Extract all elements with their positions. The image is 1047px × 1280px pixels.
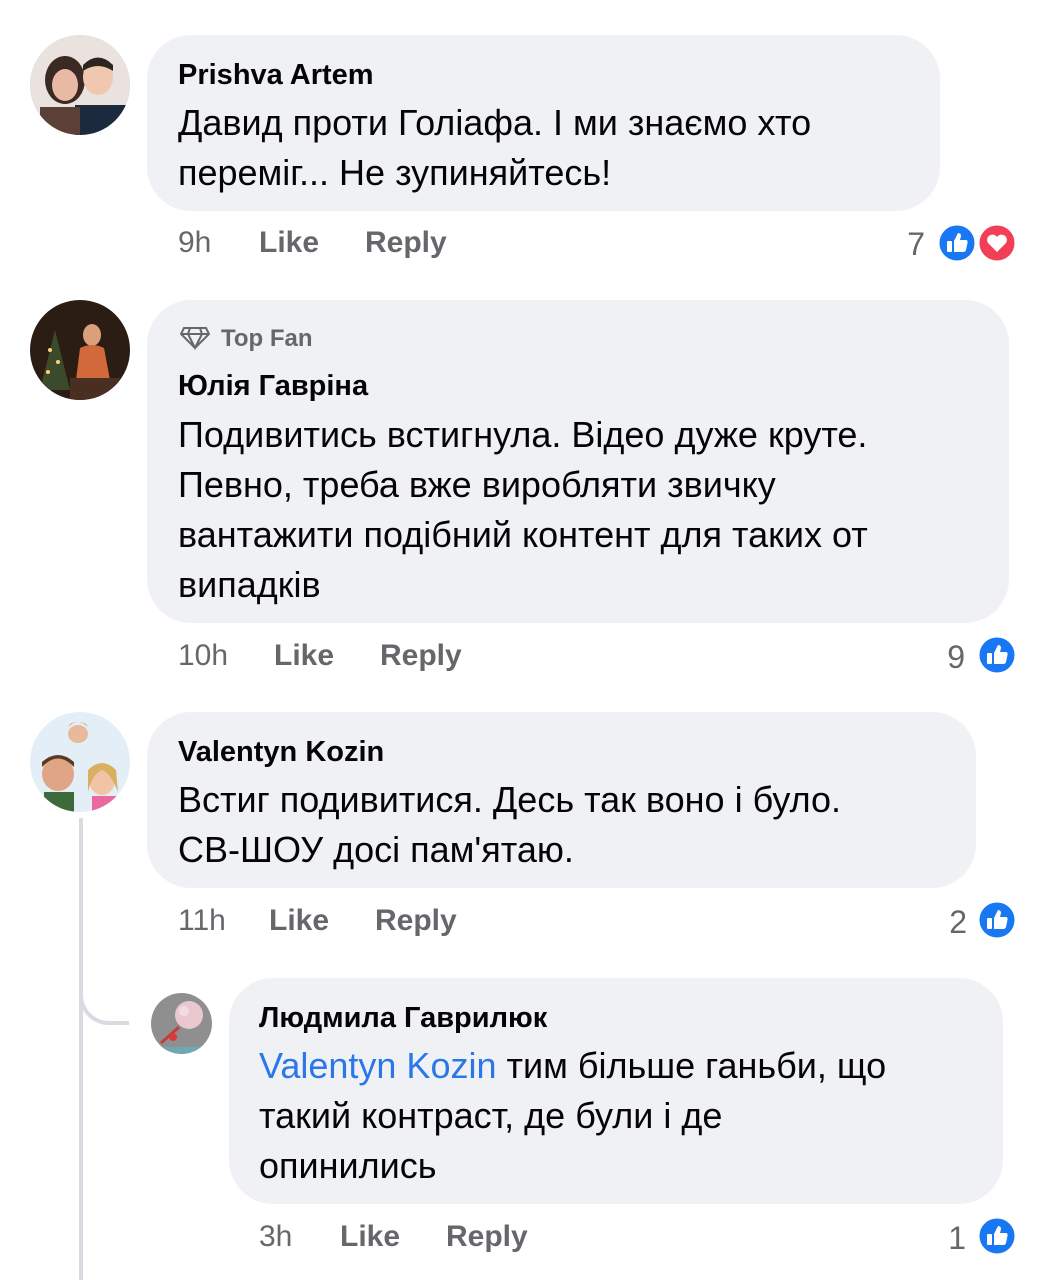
avatar[interactable] <box>151 993 212 1054</box>
comment-text: Valentyn Kozin тим більше ганьби, що так… <box>259 1041 886 1191</box>
like-icon <box>976 1215 1018 1257</box>
badge-label: Top Fan <box>221 325 313 352</box>
comment-bubble: Valentyn Kozin Встиг подивитися. Десь та… <box>147 712 976 888</box>
timestamp[interactable]: 10h <box>178 639 228 673</box>
reaction-count: 9 <box>947 639 965 675</box>
comment-bubble: Top Fan Юлія Гавріна Подивитись встигнул… <box>147 300 1009 623</box>
comment-text: Подивитись встигнула. Відео дуже круте. … <box>178 410 868 610</box>
like-button[interactable]: Like <box>259 226 319 260</box>
like-icon <box>936 222 978 264</box>
love-icon <box>976 222 1018 264</box>
comment-text-fragment: тим більше ганьби, що <box>496 1045 887 1086</box>
comment-text-line: Встиг подивитися. Десь так воно і було. <box>178 779 842 820</box>
timestamp[interactable]: 11h <box>178 904 226 938</box>
reply-button[interactable]: Reply <box>446 1220 528 1254</box>
comment-text-line: вантажити подібний контент для таких от <box>178 514 868 555</box>
reaction-count: 1 <box>948 1220 966 1256</box>
comment-text-line: Подивитись встигнула. Відео дуже круте. <box>178 414 868 455</box>
mention-link[interactable]: Valentyn Kozin <box>259 1045 496 1086</box>
timestamp[interactable]: 3h <box>259 1220 292 1254</box>
author-name[interactable]: Юлія Гавріна <box>178 370 368 403</box>
like-icon <box>976 899 1018 941</box>
author-name[interactable]: Prishva Artem <box>178 59 374 92</box>
like-icon <box>976 634 1018 676</box>
like-button[interactable]: Like <box>274 639 334 673</box>
avatar[interactable] <box>30 35 130 135</box>
comment-text-line: опинились <box>259 1145 437 1186</box>
comment-text: Встиг подивитися. Десь так воно і було. … <box>178 775 841 875</box>
reaction-count: 2 <box>949 904 967 940</box>
comment-text-line: Певно, треба вже виробляти звичку <box>178 464 776 505</box>
timestamp[interactable]: 9h <box>178 226 211 260</box>
reply-button[interactable]: Reply <box>375 904 457 938</box>
thread-line <box>79 818 83 1280</box>
comment-text-line: такий контраст, де були і де <box>259 1095 723 1136</box>
reply-button[interactable]: Reply <box>365 226 447 260</box>
comment-text-line: Valentyn Kozin тим більше ганьби, що <box>259 1041 886 1091</box>
comment-bubble: Людмила Гаврилюк Valentyn Kozin тим біль… <box>229 978 1003 1204</box>
reaction-count: 7 <box>907 226 925 262</box>
comment-text-line: СВ-ШОУ досі пам'ятаю. <box>178 829 574 870</box>
like-button[interactable]: Like <box>269 904 329 938</box>
author-name[interactable]: Valentyn Kozin <box>178 736 384 769</box>
like-button[interactable]: Like <box>340 1220 400 1254</box>
comment-text-line: переміг... Не зупиняйтесь! <box>178 152 612 193</box>
diamond-icon <box>179 326 211 351</box>
comment-text: Давид проти Голіафа. І ми знаємо хто пер… <box>178 98 811 198</box>
thread-connector <box>79 975 129 1025</box>
comment-bubble: Prishva Artem Давид проти Голіафа. І ми … <box>147 35 940 211</box>
author-name[interactable]: Людмила Гаврилюк <box>259 1002 547 1035</box>
comment-text-line: Давид проти Голіафа. І ми знаємо хто <box>178 102 812 143</box>
avatar[interactable] <box>30 300 130 400</box>
reply-button[interactable]: Reply <box>380 639 462 673</box>
avatar[interactable] <box>30 712 130 812</box>
comment-text-line: випадків <box>178 564 321 605</box>
